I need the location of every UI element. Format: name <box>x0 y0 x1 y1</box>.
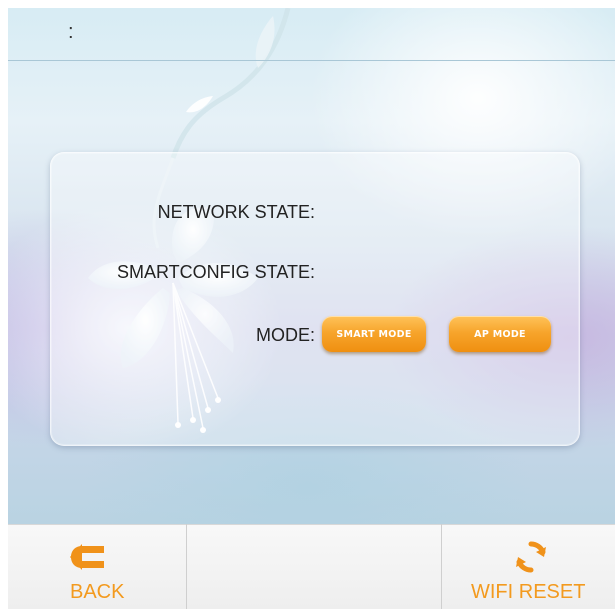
app-screen: : NETWORK STATE: SMARTCONFIG STATE: MODE… <box>0 0 615 609</box>
toolbar-divider <box>186 524 187 609</box>
settings-panel <box>50 152 580 446</box>
refresh-icon <box>516 541 546 573</box>
network-state-label: NETWORK STATE: <box>157 202 315 222</box>
mode-label: MODE: <box>255 325 315 345</box>
top-bar <box>8 8 615 61</box>
smart-mode-button[interactable]: SMART MODE <box>322 316 426 352</box>
smartconfig-state-label: SMARTCONFIG STATE: <box>116 262 315 282</box>
top-bar-title: : <box>68 21 74 43</box>
back-label: BACK <box>70 581 125 603</box>
ap-mode-button[interactable]: AP MODE <box>449 316 551 352</box>
back-arrow-icon <box>70 544 104 570</box>
wifi-reset-label: WIFI RESET <box>471 581 586 603</box>
